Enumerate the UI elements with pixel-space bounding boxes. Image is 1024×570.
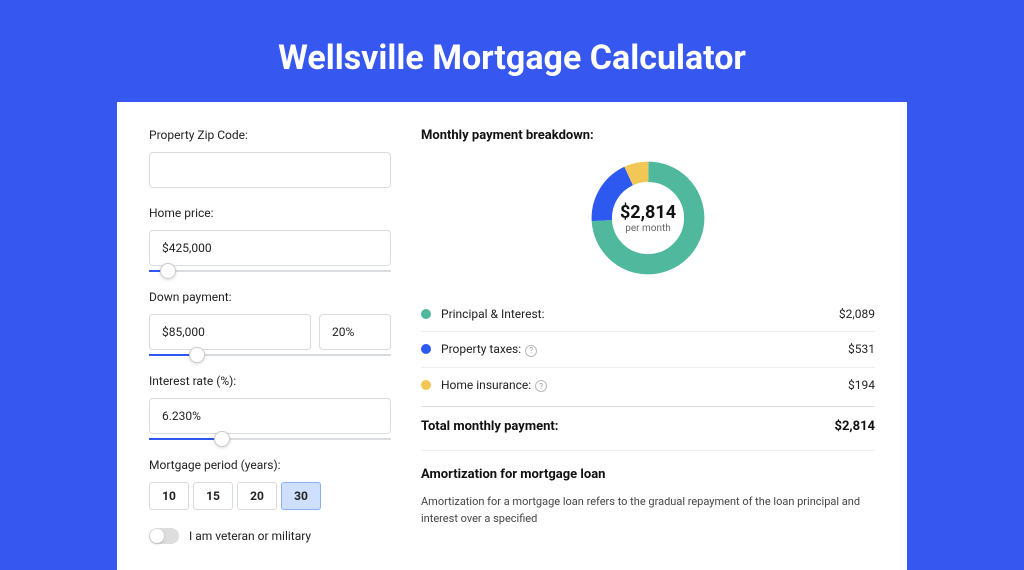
legend-dot-icon — [421, 344, 431, 354]
total-row: Total monthly payment: $2,814 — [421, 406, 875, 450]
period-button-30[interactable]: 30 — [281, 482, 321, 510]
down-payment-input[interactable] — [149, 314, 311, 350]
calculator-card: Property Zip Code: Home price: Down paym… — [117, 102, 907, 570]
veteran-toggle[interactable] — [149, 528, 179, 544]
breakdown-value: $2,089 — [839, 307, 875, 321]
payment-donut-chart: $2,814 per month — [587, 157, 709, 279]
help-icon[interactable]: ? — [535, 380, 547, 392]
home-price-label: Home price: — [149, 206, 391, 220]
legend-dot-icon — [421, 309, 431, 319]
slider-thumb[interactable] — [189, 347, 205, 363]
breakdown-row: Principal & Interest:$2,089 — [421, 297, 875, 332]
amortization-section: Amortization for mortgage loan Amortizat… — [421, 450, 875, 527]
breakdown-row: Home insurance:?$194 — [421, 368, 875, 403]
form-panel: Property Zip Code: Home price: Down paym… — [149, 128, 391, 544]
zip-label: Property Zip Code: — [149, 128, 391, 142]
home-price-slider[interactable] — [149, 270, 391, 272]
breakdown-label: Property taxes:? — [441, 342, 848, 357]
page-title: Wellsville Mortgage Calculator — [0, 0, 1024, 102]
slider-thumb[interactable] — [214, 431, 230, 447]
down-payment-field: Down payment: — [149, 290, 391, 356]
breakdown-row: Property taxes:?$531 — [421, 332, 875, 368]
donut-sub: per month — [625, 223, 671, 234]
breakdown-title: Monthly payment breakdown: — [421, 128, 875, 143]
period-button-15[interactable]: 15 — [193, 482, 233, 510]
legend-dot-icon — [421, 380, 431, 390]
rate-label: Interest rate (%): — [149, 374, 391, 388]
veteran-label: I am veteran or military — [189, 529, 311, 543]
donut-wrap: $2,814 per month — [421, 157, 875, 279]
home-price-field: Home price: — [149, 206, 391, 272]
donut-amount: $2,814 — [620, 202, 676, 223]
zip-input[interactable] — [149, 152, 391, 188]
rate-slider[interactable] — [149, 438, 391, 440]
rate-input[interactable] — [149, 398, 391, 434]
breakdown-label: Home insurance:? — [441, 378, 848, 393]
breakdown-label: Principal & Interest: — [441, 307, 839, 321]
help-icon[interactable]: ? — [525, 345, 537, 357]
breakdown-value: $531 — [848, 342, 875, 356]
period-buttons: 10152030 — [149, 482, 391, 510]
home-price-input[interactable] — [149, 230, 391, 266]
slider-fill — [149, 438, 222, 440]
period-label: Mortgage period (years): — [149, 458, 391, 472]
down-payment-pct-input[interactable] — [319, 314, 391, 350]
breakdown-panel: Monthly payment breakdown: $2,814 per mo… — [421, 128, 875, 544]
veteran-row: I am veteran or military — [149, 528, 391, 544]
period-button-10[interactable]: 10 — [149, 482, 189, 510]
donut-center: $2,814 per month — [587, 157, 709, 279]
slider-thumb[interactable] — [160, 263, 176, 279]
total-label: Total monthly payment: — [421, 419, 835, 434]
breakdown-list: Principal & Interest:$2,089Property taxe… — [421, 297, 875, 402]
total-value: $2,814 — [835, 419, 876, 434]
amortization-title: Amortization for mortgage loan — [421, 467, 875, 482]
period-button-20[interactable]: 20 — [237, 482, 277, 510]
rate-field: Interest rate (%): — [149, 374, 391, 440]
zip-field: Property Zip Code: — [149, 128, 391, 188]
breakdown-value: $194 — [848, 378, 875, 392]
amortization-text: Amortization for a mortgage loan refers … — [421, 494, 875, 527]
down-payment-slider[interactable] — [149, 354, 391, 356]
down-payment-label: Down payment: — [149, 290, 391, 304]
period-field: Mortgage period (years): 10152030 — [149, 458, 391, 510]
